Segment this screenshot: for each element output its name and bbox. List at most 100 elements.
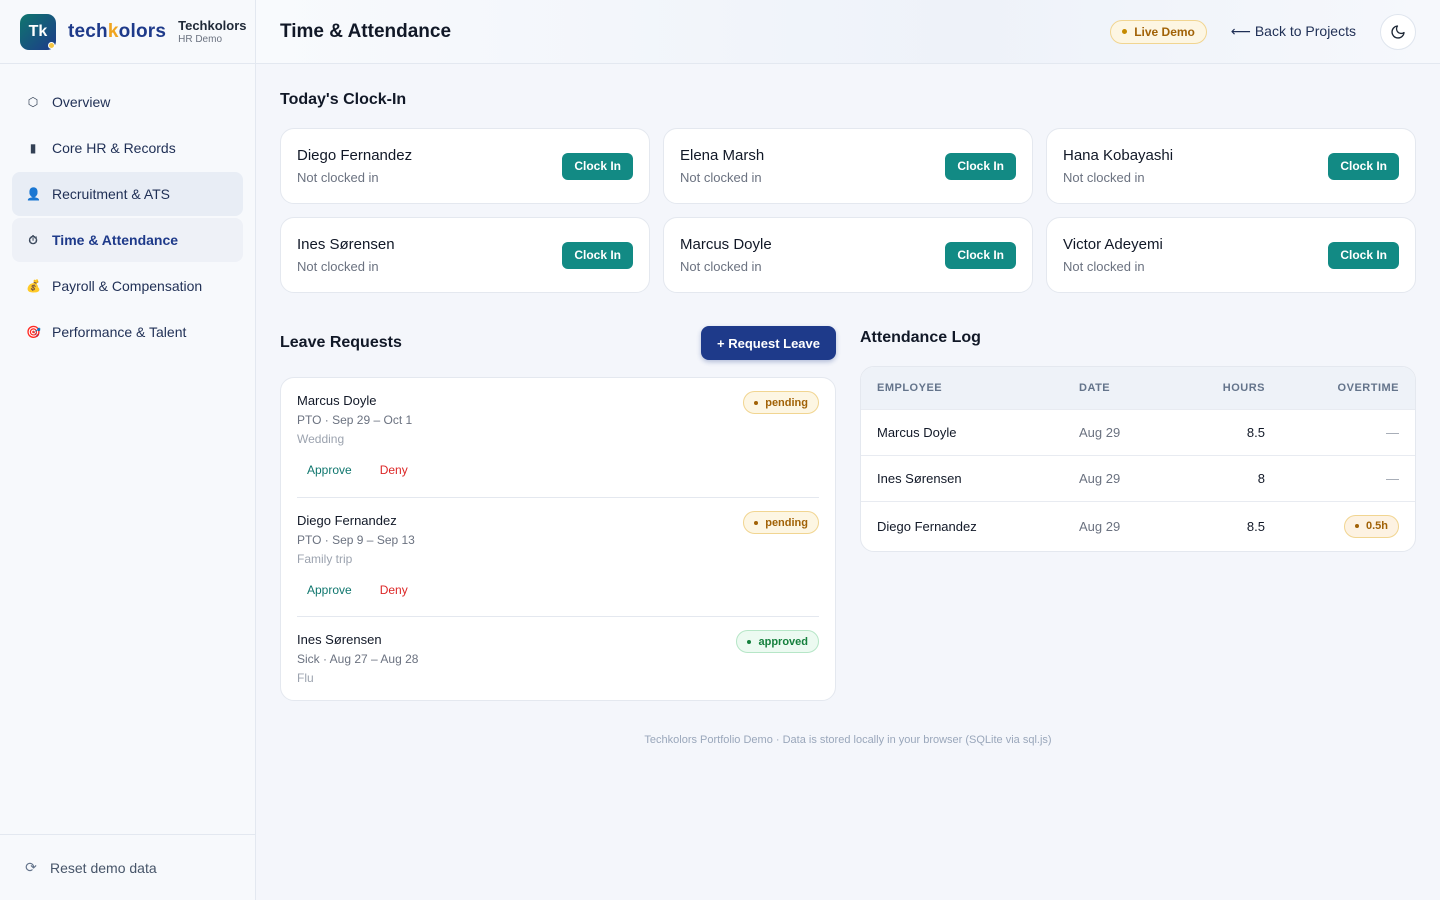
sidebar-item-label: Time & Attendance — [52, 232, 179, 248]
stopwatch-icon: ⏱ — [28, 232, 38, 247]
employee-name: Diego Fernandez — [297, 147, 413, 164]
column-header: EMPLOYEE — [877, 382, 943, 394]
clock-info: Ines Sørensen Not clocked in — [297, 236, 395, 274]
header-actions: Live Demo ⟵ Back to Projects — [1110, 13, 1416, 50]
cell-date: Aug 29 — [1079, 471, 1121, 486]
approve-button[interactable]: Approve — [307, 583, 352, 597]
employee-name: Victor Adeyemi — [1063, 236, 1163, 253]
clock-in-button[interactable]: Clock In — [945, 241, 1016, 269]
cell-overtime: 0.5h — [1265, 514, 1415, 538]
clock-info: Victor Adeyemi Not clocked in — [1063, 236, 1163, 274]
clock-status: Not clocked in — [297, 259, 379, 274]
bullet-icon — [747, 639, 752, 644]
leave-dates: PTO · Sep 9 – Sep 13 — [297, 533, 415, 547]
status-badge-label: pending — [765, 396, 808, 409]
cell-employee: Marcus Doyle — [877, 425, 957, 440]
clock-in-card: Elena Marsh Not clocked in Clock In — [663, 128, 1033, 204]
leave-employee-name: Diego Fernandez — [297, 513, 397, 528]
leave-employee-name: Marcus Doyle — [297, 393, 377, 408]
status-badge: pending — [743, 391, 819, 414]
sidebar-item-time-attendance[interactable]: ⏱ Time & Attendance — [12, 218, 243, 262]
money-bag-icon: 💰 — [26, 279, 41, 293]
sidebar-item-payroll[interactable]: 💰 Payroll & Compensation — [12, 264, 243, 308]
leave-request-item: Marcus Doyle PTO · Sep 29 – Oct 1 Weddin… — [297, 378, 819, 498]
attendance-log-title: Attendance Log — [860, 329, 981, 346]
clock-status: Not clocked in — [297, 170, 379, 185]
sidebar-item-label: Overview — [52, 94, 111, 110]
overtime-value: 0.5h — [1365, 520, 1388, 532]
cell-hours: 8 — [1257, 471, 1265, 486]
status-badge-label: approved — [758, 635, 808, 648]
back-to-projects-link[interactable]: ⟵ Back to Projects — [1231, 23, 1356, 40]
live-demo-badge: Live Demo — [1110, 19, 1207, 44]
clock-in-card: Victor Adeyemi Not clocked in Clock In — [1046, 217, 1416, 293]
overtime-badge: 0.5h — [1343, 514, 1399, 538]
clock-info: Marcus Doyle Not clocked in — [680, 236, 772, 274]
deny-button[interactable]: Deny — [380, 463, 408, 477]
brand-wordmark: techkolors — [68, 21, 166, 43]
refresh-icon: ⟳ — [25, 859, 37, 875]
clock-status: Not clocked in — [1063, 170, 1145, 185]
approve-button[interactable]: Approve — [307, 463, 352, 477]
leave-actions: Approve Deny — [307, 583, 408, 597]
brand: Tk techkolors Techkolors HR Demo — [0, 0, 255, 64]
table-row: Diego Fernandez Aug 29 8.5 0.5h — [861, 502, 1415, 550]
live-badge-label: Live Demo — [1134, 24, 1195, 39]
clock-status: Not clocked in — [1063, 259, 1145, 274]
clock-status: Not clocked in — [680, 170, 762, 185]
logo-badge[interactable]: Tk — [20, 13, 56, 50]
sidebar-item-overview[interactable]: ⬡ Overview — [12, 80, 243, 124]
clock-in-button[interactable]: Clock In — [1328, 241, 1399, 269]
sidebar-nav: ⬡ Overview ▮ Core HR & Records 👤 Recruit… — [0, 64, 255, 354]
column-header: DATE — [1079, 382, 1111, 394]
cell-employee: Ines Sørensen — [877, 471, 962, 486]
leave-reason: Family trip — [297, 552, 353, 566]
request-leave-button[interactable]: + Request Leave — [701, 326, 836, 360]
reset-demo-button[interactable]: ⟳ Reset demo data — [0, 834, 255, 900]
clock-in-button[interactable]: Clock In — [562, 152, 633, 180]
clock-info: Hana Kobayashi Not clocked in — [1063, 147, 1173, 185]
clock-in-grid: Diego Fernandez Not clocked in Clock In … — [280, 128, 1416, 293]
clock-in-card: Marcus Doyle Not clocked in Clock In — [663, 217, 1033, 293]
status-badge: approved — [736, 630, 819, 653]
clock-in-button[interactable]: Clock In — [945, 152, 1016, 180]
clock-in-button[interactable]: Clock In — [1328, 152, 1399, 180]
theme-toggle-button[interactable] — [1380, 13, 1416, 50]
leave-reason: Flu — [297, 671, 314, 685]
cell-overtime: — — [1265, 471, 1415, 486]
attendance-log-table: EMPLOYEE DATE HOURS OVERTIME Marcus Doyl… — [860, 366, 1416, 552]
leave-requests-title: Leave Requests — [280, 334, 402, 351]
cell-date: Aug 29 — [1079, 518, 1121, 534]
brand-meta: Techkolors HR Demo — [178, 18, 246, 45]
employee-name: Hana Kobayashi — [1063, 147, 1174, 164]
column-header: HOURS — [1222, 382, 1265, 394]
brand-subtitle: HR Demo — [178, 34, 223, 45]
wordmark-accent: k — [107, 20, 119, 42]
leave-dates: PTO · Sep 29 – Oct 1 — [297, 413, 413, 427]
sidebar-item-core-hr[interactable]: ▮ Core HR & Records — [12, 126, 243, 170]
sidebar-item-recruitment[interactable]: 👤 Recruitment & ATS — [12, 172, 243, 216]
status-badge-label: pending — [765, 516, 808, 529]
clock-status: Not clocked in — [680, 259, 762, 274]
sidebar-item-label: Payroll & Compensation — [52, 278, 203, 294]
cell-hours: 8.5 — [1246, 518, 1265, 534]
clock-in-button[interactable]: Clock In — [562, 241, 633, 269]
hexagon-icon: ⬡ — [27, 95, 39, 109]
leave-employee-name: Ines Sørensen — [297, 632, 382, 647]
column-header: OVERTIME — [1337, 382, 1399, 394]
deny-button[interactable]: Deny — [380, 583, 408, 597]
bullet-icon — [1122, 29, 1128, 34]
brand-name: Techkolors — [178, 18, 247, 33]
leave-requests-list: Marcus Doyle PTO · Sep 29 – Oct 1 Weddin… — [280, 377, 836, 701]
person-icon: 👤 — [26, 187, 41, 201]
bullet-icon — [754, 400, 759, 405]
logo-initials: Tk — [28, 22, 48, 40]
wordmark-part: olors — [118, 20, 167, 42]
sidebar-item-label: Core HR & Records — [52, 140, 176, 156]
sidebar-item-performance[interactable]: 🎯 Performance & Talent — [12, 310, 243, 354]
status-dot-icon — [48, 41, 55, 49]
sidebar-item-label: Performance & Talent — [52, 324, 187, 340]
overtime-value: — — [1386, 471, 1399, 486]
moon-icon — [1391, 24, 1405, 39]
clock-in-card: Diego Fernandez Not clocked in Clock In — [280, 128, 650, 204]
